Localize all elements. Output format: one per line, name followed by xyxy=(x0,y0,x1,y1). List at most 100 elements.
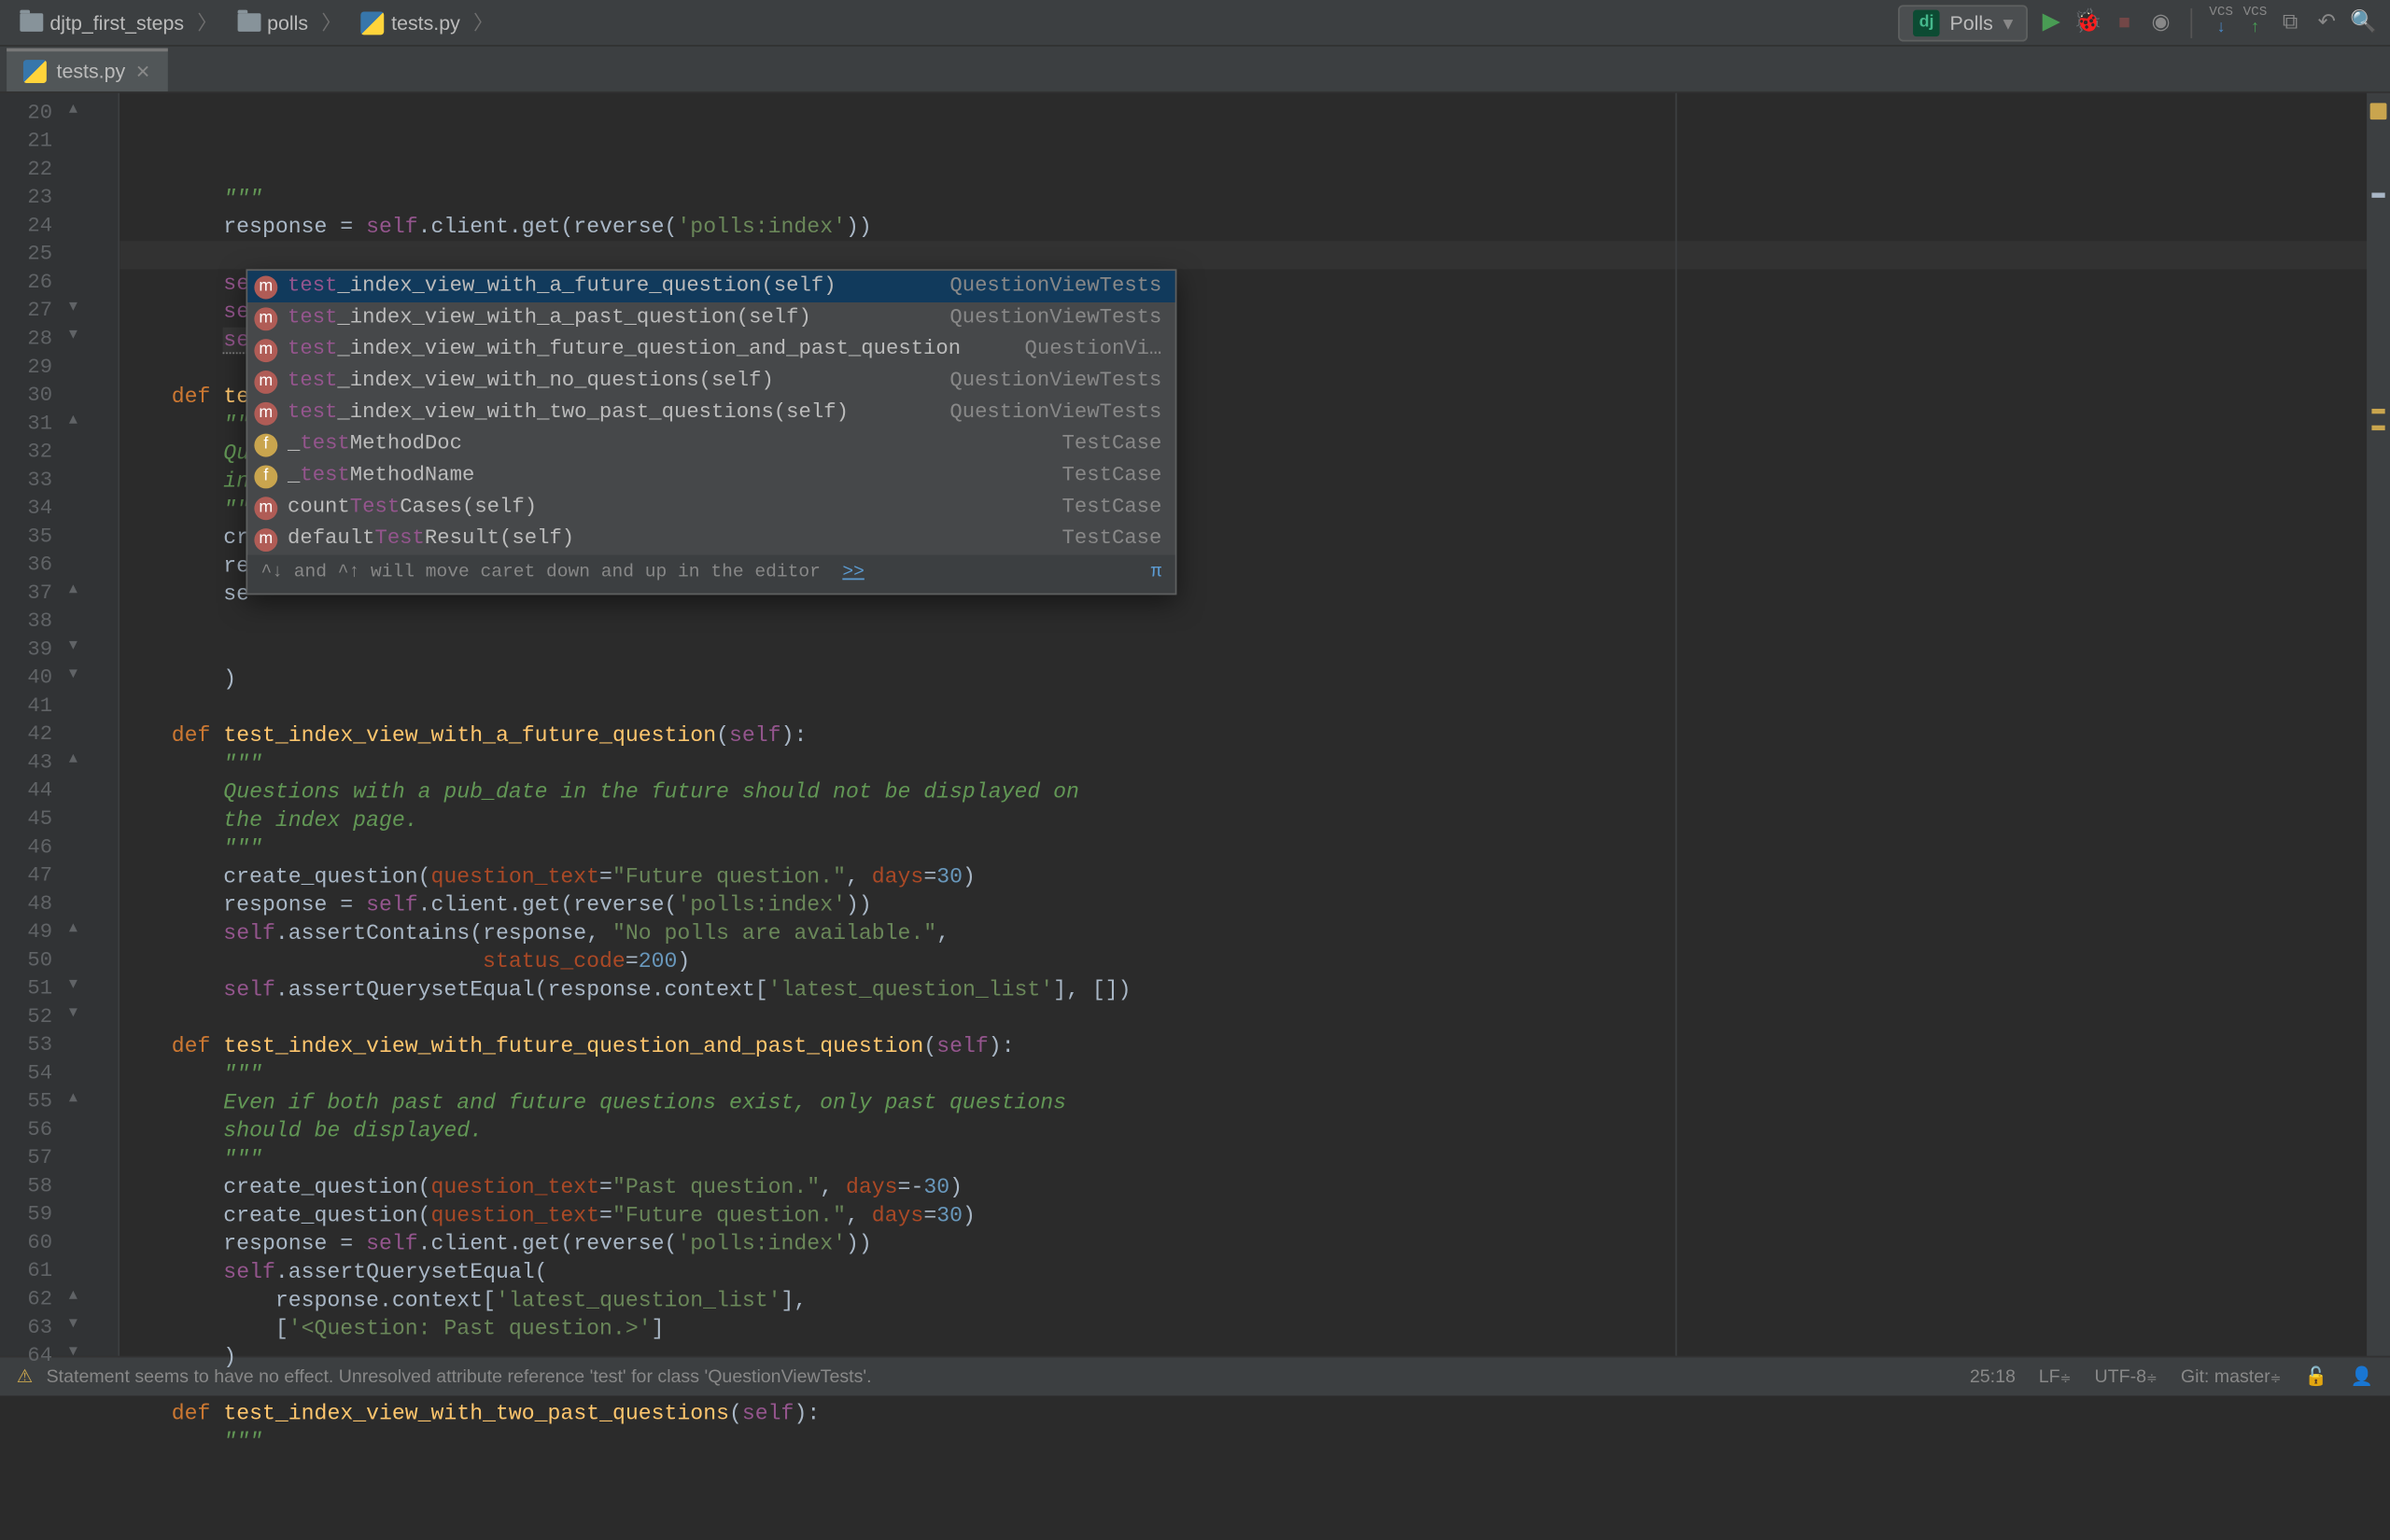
completion-class: QuestionViewTests xyxy=(949,399,1161,427)
line-number: 45 xyxy=(0,805,52,833)
code-line[interactable] xyxy=(120,609,2390,637)
code-line[interactable]: the index page. xyxy=(120,805,2390,833)
fold-toggle-icon[interactable]: ▾ xyxy=(69,665,77,684)
vcs-commit-button[interactable]: VCS ↑ xyxy=(2243,7,2268,38)
debug-button[interactable]: 🐞 xyxy=(2074,9,2101,35)
completion-text: _testMethodDoc xyxy=(288,430,462,458)
code-line[interactable]: should be displayed. xyxy=(120,1116,2390,1144)
warning-marker[interactable] xyxy=(2371,409,2384,413)
code-line[interactable] xyxy=(120,1371,2390,1399)
code-line[interactable] xyxy=(120,693,2390,721)
code-line[interactable]: def test_index_view_with_future_question… xyxy=(120,1032,2390,1060)
autocomplete-item[interactable]: mtest_index_view_with_a_future_question(… xyxy=(247,271,1174,302)
breadcrumbs: djtp_first_steps 〉 polls 〉 tests.py 〉 xyxy=(13,5,499,39)
fold-toggle-icon[interactable]: ▾ xyxy=(69,1003,77,1023)
undo-button[interactable]: ↶ xyxy=(2313,9,2340,35)
code-line[interactable]: ['<Question: Past question.>'] xyxy=(120,1314,2390,1342)
code-line[interactable]: """ xyxy=(120,1060,2390,1088)
inspection-indicator[interactable] xyxy=(2370,103,2387,119)
editor: 2021222324252627282930313233343536373839… xyxy=(0,93,2390,1356)
code-line[interactable]: """ xyxy=(120,1427,2390,1455)
fold-toggle-icon[interactable]: ▾ xyxy=(69,1314,77,1334)
close-tab-icon[interactable]: ✕ xyxy=(135,61,150,82)
code-line[interactable]: Even if both past and future questions e… xyxy=(120,1088,2390,1116)
code-line[interactable]: self.assertQuerysetEqual( xyxy=(120,1258,2390,1286)
breadcrumb-project[interactable]: djtp_first_steps 〉 xyxy=(13,5,224,39)
breadcrumb-folder[interactable]: polls 〉 xyxy=(231,5,348,39)
line-number: 25 xyxy=(0,241,52,269)
code-line[interactable]: """ xyxy=(120,749,2390,777)
code-line[interactable]: Questions with a pub_date in the future … xyxy=(120,777,2390,805)
line-number: 22 xyxy=(0,156,52,184)
separator xyxy=(2191,7,2193,37)
line-number: 49 xyxy=(0,918,52,946)
completion-class: TestCase xyxy=(1062,494,1162,522)
fold-toggle-icon[interactable]: ▾ xyxy=(69,975,77,995)
fold-toggle-icon[interactable]: ▴ xyxy=(69,749,77,769)
code-line[interactable]: response = self.client.get(reverse('poll… xyxy=(120,890,2390,918)
warning-marker[interactable] xyxy=(2371,426,2384,430)
code-line[interactable]: ) xyxy=(120,665,2390,693)
autocomplete-item[interactable]: f_testMethodDocTestCase xyxy=(247,428,1174,460)
code-line[interactable]: create_question(question_text="Past ques… xyxy=(120,1173,2390,1201)
autocomplete-item[interactable]: mtest_index_view_with_a_past_question(se… xyxy=(247,302,1174,334)
code-line[interactable]: def test_index_view_with_a_future_questi… xyxy=(120,721,2390,749)
autocomplete-item[interactable]: mtest_index_view_with_no_questions(self)… xyxy=(247,366,1174,398)
hint-link[interactable]: >> xyxy=(842,564,865,583)
method-icon: m xyxy=(254,370,277,393)
fold-toggle-icon[interactable]: ▴ xyxy=(69,580,77,599)
code-line[interactable]: response = self.client.get(reverse('poll… xyxy=(120,1229,2390,1257)
editor-tab[interactable]: tests.py ✕ xyxy=(7,49,167,91)
line-number: 28 xyxy=(0,326,52,354)
fold-column[interactable]: ▴▾▾▴▴▾▾▴▴▾▾▴▴▾▾ xyxy=(63,93,119,1356)
error-stripe[interactable] xyxy=(2367,93,2390,1356)
code-area[interactable]: """ response = self.client.get(reverse('… xyxy=(120,93,2390,1356)
chevron-right-icon: 〉 xyxy=(321,8,341,36)
run-configuration-selector[interactable]: dj Polls ▾ xyxy=(1898,4,2028,40)
completion-text: test_index_view_with_two_past_questions(… xyxy=(288,399,849,427)
code-line[interactable]: self.assertQuerysetEqual(response.contex… xyxy=(120,975,2390,1003)
search-everywhere-button[interactable]: 🔍 xyxy=(2350,9,2376,35)
line-number: 20 xyxy=(0,100,52,128)
autocomplete-popup[interactable]: mtest_index_view_with_a_future_question(… xyxy=(246,269,1176,595)
code-line[interactable]: """ xyxy=(120,834,2390,862)
gutter[interactable]: 2021222324252627282930313233343536373839… xyxy=(0,93,120,1356)
code-line[interactable]: response.context['latest_question_list']… xyxy=(120,1286,2390,1314)
stop-button[interactable]: ■ xyxy=(2111,9,2137,35)
code-line[interactable]: create_question(question_text="Future qu… xyxy=(120,1201,2390,1229)
code-line[interactable]: ) xyxy=(120,1342,2390,1370)
fold-toggle-icon[interactable]: ▾ xyxy=(69,1342,77,1362)
code-line[interactable] xyxy=(120,637,2390,665)
method-icon: m xyxy=(254,527,277,551)
autocomplete-item[interactable]: mdefaultTestResult(self)TestCase xyxy=(247,524,1174,555)
fold-toggle-icon[interactable]: ▾ xyxy=(69,298,77,317)
fold-toggle-icon[interactable]: ▴ xyxy=(69,100,77,119)
code-line[interactable]: def test_index_view_with_two_past_questi… xyxy=(120,1399,2390,1427)
coverage-button[interactable]: ◉ xyxy=(2147,9,2173,35)
run-button[interactable]: ▶ xyxy=(2038,9,2064,35)
code-line[interactable]: """ xyxy=(120,185,2390,213)
vcs-update-button[interactable]: VCS ↓ xyxy=(2209,7,2233,38)
fold-toggle-icon[interactable]: ▴ xyxy=(69,918,77,938)
code-line[interactable]: create_question(question_text="Future qu… xyxy=(120,862,2390,890)
code-line[interactable]: status_code=200) xyxy=(120,947,2390,975)
fold-toggle-icon[interactable]: ▴ xyxy=(69,411,77,430)
fold-toggle-icon[interactable]: ▾ xyxy=(69,326,77,345)
autocomplete-item[interactable]: mtest_index_view_with_two_past_questions… xyxy=(247,397,1174,428)
code-line[interactable]: self.assertContains(response, "No polls … xyxy=(120,918,2390,946)
line-number: 63 xyxy=(0,1314,52,1342)
code-line[interactable]: """ xyxy=(120,1145,2390,1173)
autocomplete-item[interactable]: mcountTestCases(self)TestCase xyxy=(247,492,1174,524)
autocomplete-item[interactable]: f_testMethodNameTestCase xyxy=(247,460,1174,492)
fold-toggle-icon[interactable]: ▴ xyxy=(69,1286,77,1306)
autocomplete-item[interactable]: mtest_index_view_with_future_question_an… xyxy=(247,334,1174,366)
scroll-marker[interactable] xyxy=(2371,193,2384,198)
code-line[interactable] xyxy=(120,1003,2390,1031)
python-file-icon xyxy=(361,11,385,35)
run-config-label: Polls xyxy=(1949,11,1992,35)
breadcrumb-file[interactable]: tests.py 〉 xyxy=(355,5,500,39)
fold-toggle-icon[interactable]: ▾ xyxy=(69,637,77,656)
fold-toggle-icon[interactable]: ▴ xyxy=(69,1088,77,1108)
history-button[interactable]: ⧉ xyxy=(2277,9,2303,35)
code-line[interactable]: response = self.client.get(reverse('poll… xyxy=(120,213,2390,241)
